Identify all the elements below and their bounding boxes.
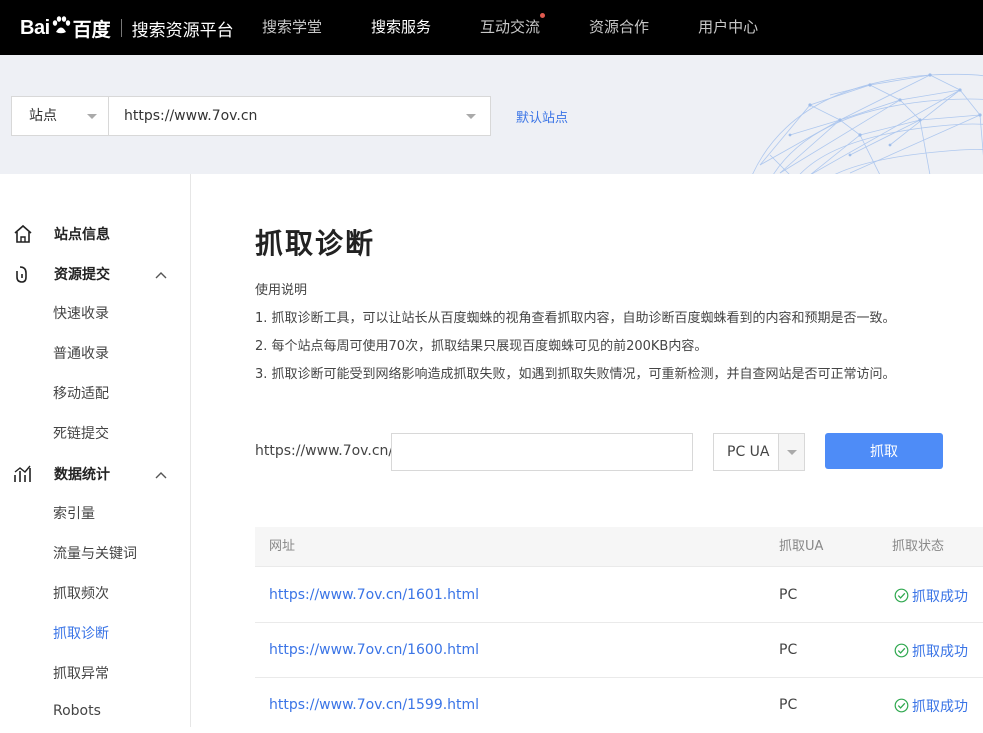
ua-select[interactable]: PC UA [713,433,805,471]
row-url-link[interactable]: https://www.7ov.cn/1600.html [269,623,479,678]
chevron-down-icon [787,450,797,455]
column-header-url: 网址 [269,539,296,554]
network-globe-decoration [752,73,983,174]
column-header-status: 抓取状态 [892,539,945,554]
sidebar-item-mobile-adapt[interactable]: 移动适配 [53,383,109,403]
paw-icon [52,16,70,34]
sidebar-item-dead-link[interactable]: 死链提交 [53,423,109,443]
site-banner: 站点 https://www.7ov.cn 默认站点 [0,55,983,174]
sidebar-group-site-info[interactable]: 站点信息 [12,223,110,245]
column-header-ua: 抓取UA [779,539,824,554]
nav-item-resource-coop[interactable]: 资源合作 [589,0,649,55]
main-nav: 搜索学堂 搜索服务 互动交流 资源合作 用户中心 [262,0,807,55]
nav-item-search-academy[interactable]: 搜索学堂 [262,0,322,55]
usage-line-3: 3. 抓取诊断可能受到网络影响造成抓取失败，如遇到抓取失败情况，可重新检测，并自… [255,367,896,382]
logo-divider [120,19,122,37]
nav-item-search-service[interactable]: 搜索服务 [371,0,431,55]
crawl-path-input[interactable] [391,433,693,471]
chevron-down-icon [466,114,476,119]
crawl-button[interactable]: 抓取 [825,433,943,469]
page-title: 抓取诊断 [255,227,376,260]
sidebar-item-index-volume[interactable]: 索引量 [53,503,95,523]
logo-text-bai: Bai [20,16,50,39]
sidebar-group-data-stats[interactable]: 数据统计 [12,463,110,485]
table-row: https://www.7ov.cn/1601.html PC 抓取成功 [255,568,983,623]
chevron-up-icon[interactable] [155,269,167,281]
nav-item-interaction[interactable]: 互动交流 [480,0,546,55]
row-url-link[interactable]: https://www.7ov.cn/1599.html [269,678,479,733]
row-status[interactable]: 抓取成功 [894,568,968,623]
row-ua: PC [779,642,798,658]
sidebar-item-fast-index[interactable]: 快速收录 [53,303,109,323]
default-site-link[interactable]: 默认站点 [516,107,568,126]
notification-dot [540,13,546,18]
check-circle-icon [894,698,909,713]
logo-text-du: 百度 [72,18,111,41]
sidebar-item-robots[interactable]: Robots [53,703,101,719]
row-ua: PC [779,587,798,603]
sidebar: 站点信息 资源提交 快速收录 普通收录 移动适配 死链提交 数据统计 索引量 流… [0,174,191,727]
chevron-down-icon [87,114,97,119]
usage-line-2: 2. 每个站点每周可使用70次，抓取结果只展现百度蜘蛛可见的前200KB内容。 [255,339,708,354]
table-header: 网址 抓取UA 抓取状态 [255,527,983,567]
row-status[interactable]: 抓取成功 [894,623,968,678]
sidebar-group-resource-submit[interactable]: 资源提交 [12,263,110,285]
check-circle-icon [894,643,909,658]
site-url-select[interactable]: https://www.7ov.cn [108,96,491,136]
sidebar-item-crawl-diagnosis[interactable]: 抓取诊断 [53,623,109,643]
usage-title: 使用说明 [255,283,308,298]
top-navbar: Bai 百度 搜索资源平台 搜索学堂 搜索服务 互动交流 资源合作 用户中心 [0,0,983,55]
site-type-select[interactable]: 站点 [11,96,109,136]
row-ua: PC [779,697,798,713]
nav-item-user-center[interactable]: 用户中心 [698,0,758,55]
home-icon [14,224,32,243]
crawl-url-prefix: https://www.7ov.cn/ [255,443,394,459]
row-url-link[interactable]: https://www.7ov.cn/1601.html [269,568,479,623]
table-row: https://www.7ov.cn/1600.html PC 抓取成功 [255,623,983,678]
upload-link-icon [16,266,27,283]
chevron-up-icon[interactable] [155,469,167,481]
sidebar-item-crawl-frequency[interactable]: 抓取频次 [53,583,109,603]
platform-title: 搜索资源平台 [131,20,234,41]
stats-chart-icon [14,465,31,482]
baidu-logo[interactable]: Bai 百度 搜索资源平台 [20,8,234,48]
row-status[interactable]: 抓取成功 [894,678,968,733]
sidebar-item-crawl-errors[interactable]: 抓取异常 [53,663,109,683]
check-circle-icon [894,588,909,603]
sidebar-item-normal-index[interactable]: 普通收录 [53,343,109,363]
sidebar-item-traffic-keywords[interactable]: 流量与关键词 [53,543,137,563]
table-row: https://www.7ov.cn/1599.html PC 抓取成功 [255,678,983,733]
usage-line-1: 1. 抓取诊断工具，可以让站长从百度蜘蛛的视角查看抓取内容，自助诊断百度蜘蛛看到… [255,311,896,326]
